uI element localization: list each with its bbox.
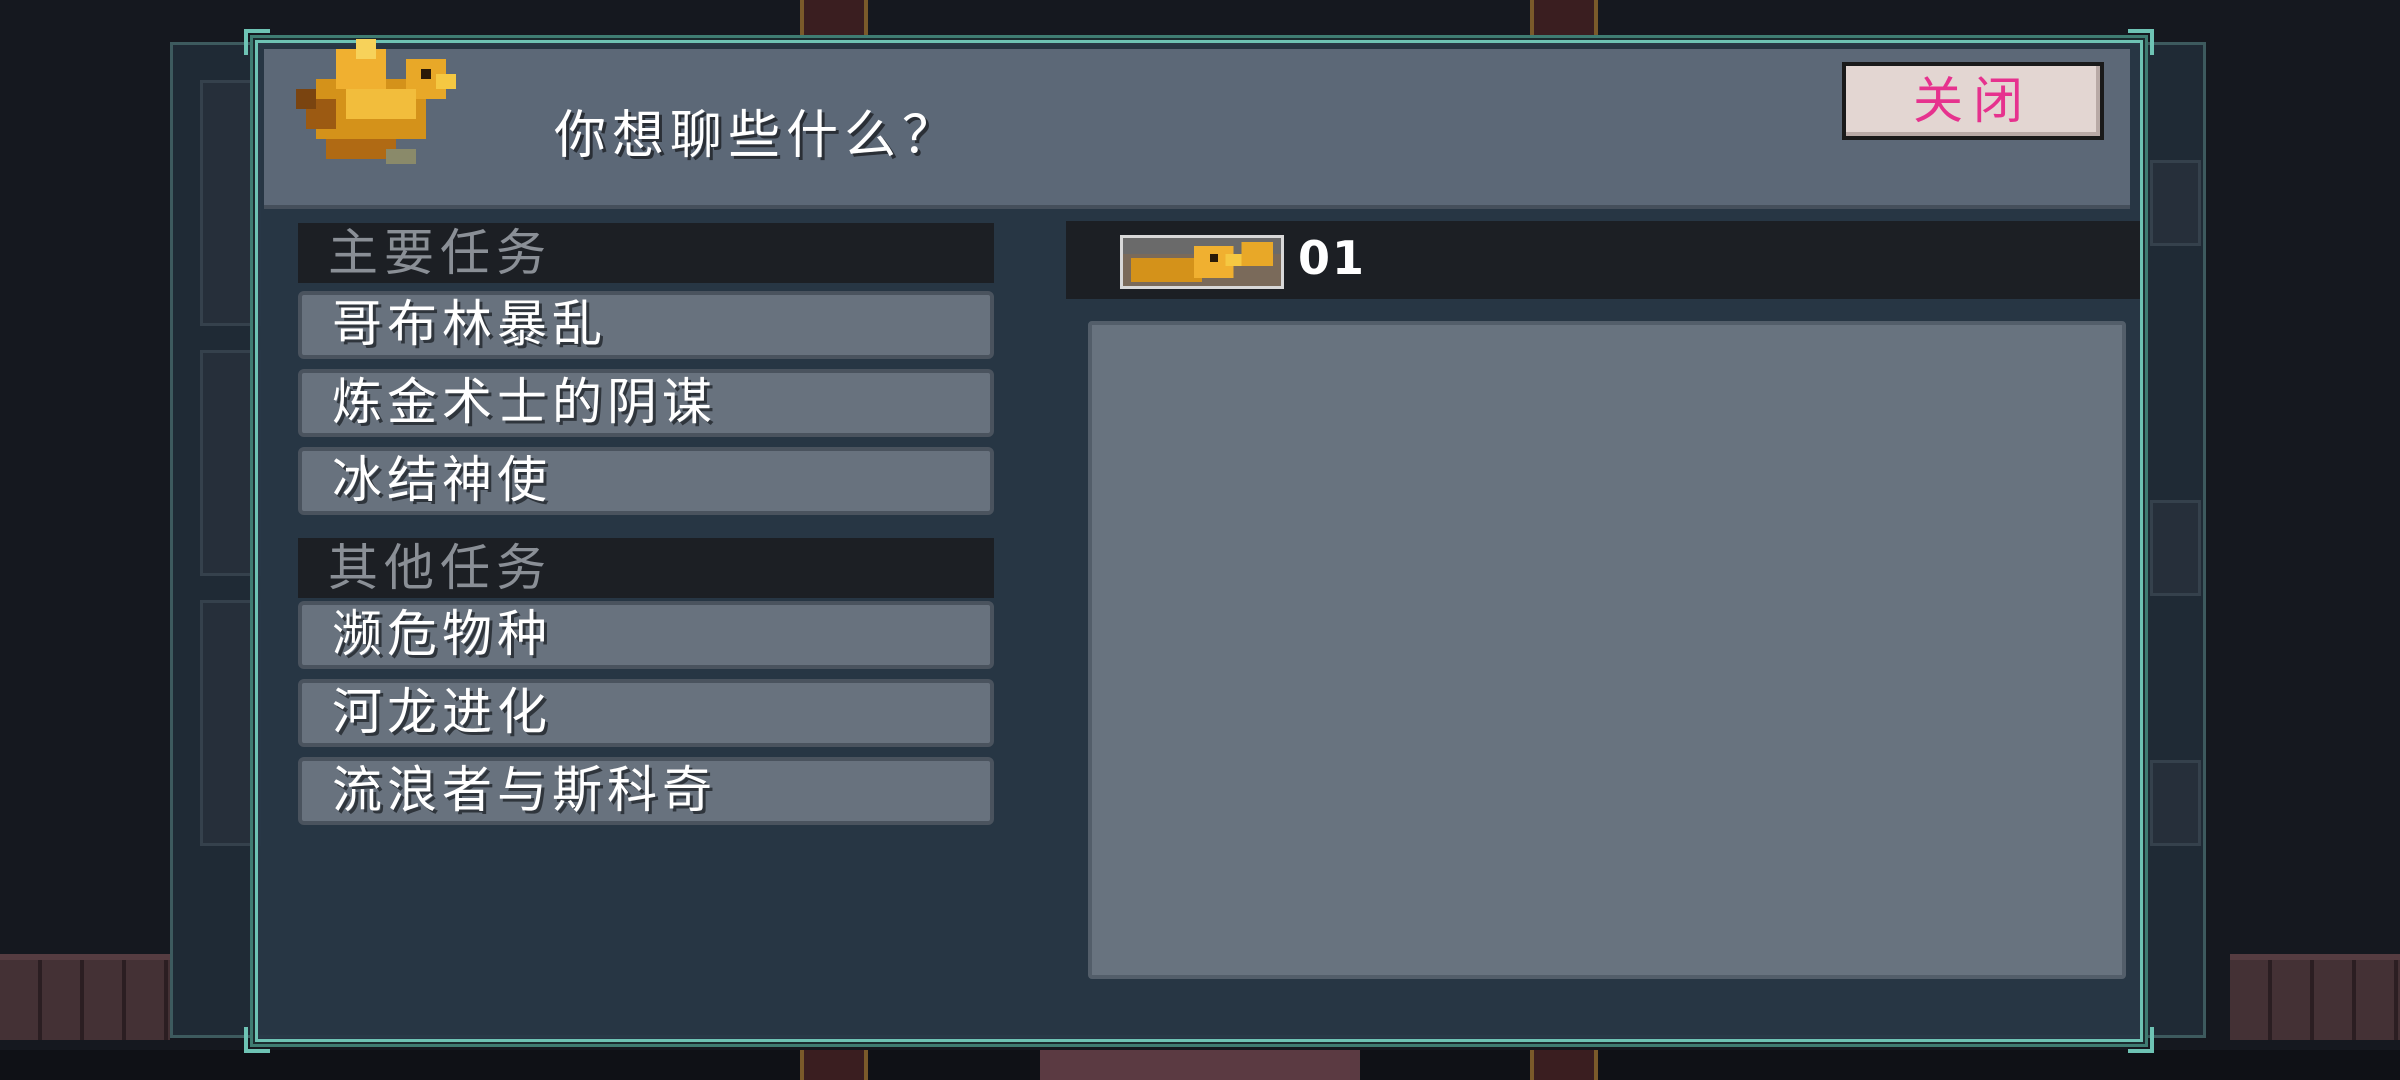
quest-item-alchemist-plot[interactable]: 炼金术士的阴谋 xyxy=(298,369,994,437)
quest-detail-panel xyxy=(1088,321,2126,979)
quest-item-goblin-riot[interactable]: 哥布林暴乱 xyxy=(298,291,994,359)
bird-portrait-icon xyxy=(1120,235,1284,289)
background-slot xyxy=(200,600,261,846)
background-pillar xyxy=(1530,0,1598,40)
close-button[interactable]: 关闭 xyxy=(1842,62,2104,140)
background-slot xyxy=(200,350,261,576)
background-pillar xyxy=(800,1050,868,1080)
background-bricks xyxy=(0,954,170,1040)
background-floor-block xyxy=(1040,1050,1360,1080)
background-slot xyxy=(200,80,261,326)
frame-corner xyxy=(244,1027,270,1053)
background-pillar xyxy=(1530,1050,1598,1080)
quest-dialog: 你想聊些什么？ 关闭 主要任务 哥布林暴乱 炼金术士的阴谋 冰结神使 其他任务 … xyxy=(244,29,2154,1053)
dialog-header: 你想聊些什么？ 关闭 xyxy=(264,39,2130,209)
other-quests-header: 其他任务 xyxy=(298,538,994,598)
quest-item-frozen-envoy[interactable]: 冰结神使 xyxy=(298,447,994,515)
frame-corner xyxy=(2128,1027,2154,1053)
golden-bird-icon xyxy=(296,39,456,164)
background-bricks xyxy=(2230,954,2400,1040)
background-slot xyxy=(2150,500,2201,596)
quest-item-wanderer-and-scorch[interactable]: 流浪者与斯科奇 xyxy=(298,757,994,825)
background-pillar xyxy=(800,0,868,40)
quest-count: 01 xyxy=(1298,231,1367,285)
background-slot xyxy=(2150,160,2201,246)
quest-item-endangered-species[interactable]: 濒危物种 xyxy=(298,601,994,669)
quest-item-river-dragon-evolution[interactable]: 河龙进化 xyxy=(298,679,994,747)
main-quests-header: 主要任务 xyxy=(298,223,994,283)
background-slot xyxy=(2150,760,2201,846)
frame-corner xyxy=(2128,29,2154,55)
dialog-title: 你想聊些什么？ xyxy=(554,106,961,166)
quest-detail-bar: 01 xyxy=(1066,221,2140,299)
